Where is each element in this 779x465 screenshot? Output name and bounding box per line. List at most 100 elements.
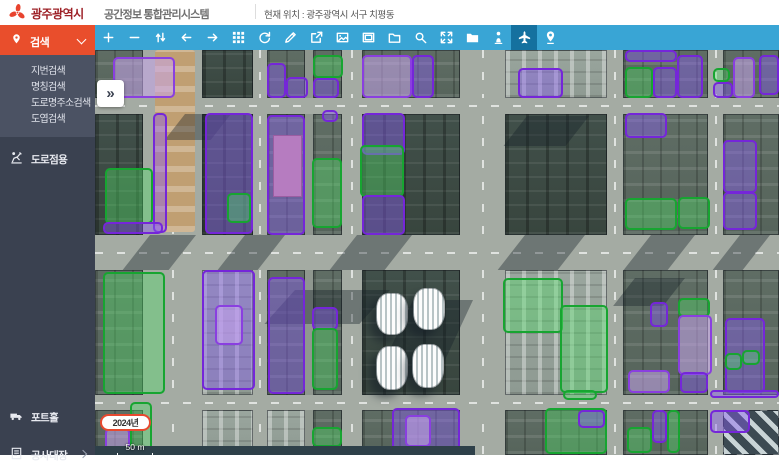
prev-view-icon [179,30,194,45]
area-select-button[interactable] [381,25,407,50]
export-button[interactable] [303,25,329,50]
map-parcel-green[interactable] [625,198,677,230]
map-parcel-purple[interactable] [723,140,757,193]
sidebar-search-header[interactable]: 검색 [0,25,95,55]
map-parcel-green[interactable] [227,193,251,223]
zoom-in-button[interactable] [95,25,121,50]
map-parcel-green[interactable] [503,278,563,333]
zoom-out-icon [127,30,142,45]
map-parcel-green[interactable] [560,305,608,393]
map-parcel-purple[interactable] [723,192,757,230]
map-parcel-green[interactable] [725,353,742,370]
map-parcel-green[interactable] [360,145,404,197]
map-parcel-purple[interactable] [362,195,405,235]
chevron-down-icon [77,35,87,45]
map-parcel-green[interactable] [627,427,652,453]
map-scale-label: 50 m [117,442,153,452]
sidebar-submenu-item[interactable]: 도로명주소검색 [0,96,95,112]
map-parcel-purple[interactable] [286,77,308,98]
fullscreen-icon [439,30,454,45]
fullscreen-button[interactable] [433,25,459,50]
sidebar-item-road-occupation[interactable]: 도로점용 [0,147,95,169]
map-parcel-purple[interactable] [713,82,733,98]
map-parcel-green[interactable] [312,158,342,228]
sidebar-submenu-item[interactable]: 도엽검색 [0,112,95,128]
map-parcel-green[interactable] [713,68,730,82]
map-parcel-purple[interactable] [267,115,305,235]
image-capture-icon [335,30,350,45]
location-pin-icon [10,33,23,46]
header-divider [255,4,256,19]
map-parcel-purple[interactable] [103,222,163,234]
apartment-tower [412,344,444,388]
map-parcel-green[interactable] [103,272,165,394]
image-capture-button[interactable] [329,25,355,50]
map-parcel-purple[interactable] [680,372,708,393]
map-parcel-purple[interactable] [405,415,431,447]
map-parcel-purple[interactable] [625,113,667,138]
map-parcel-purple[interactable] [578,410,605,428]
map-parcel-purple[interactable] [153,113,167,233]
map-parcel-purple[interactable] [268,277,305,394]
sidebar-item-label: 도로점용 [31,152,67,167]
map-toolbar [95,25,779,50]
map-parcel-purple[interactable] [678,315,712,375]
map-parcel-purple[interactable] [412,55,434,98]
apartment-tower [376,346,408,390]
map-parcel-green[interactable] [312,328,338,390]
map-parcel-green[interactable] [625,67,653,98]
search-button[interactable] [407,25,433,50]
map-parcel-green[interactable] [678,197,710,229]
measure-icon [283,30,298,45]
map-parcel-purple[interactable] [759,55,779,95]
aerial-view-icon [517,30,532,45]
map-parcel-purple[interactable] [652,410,667,443]
grid-button[interactable] [225,25,251,50]
aerial-view-button[interactable] [511,25,537,50]
map-parcel-purple[interactable] [267,63,286,98]
map-parcel-green[interactable] [313,55,343,78]
sidebar-item-construction-ledger[interactable]: 공사대장 [0,443,95,465]
map-parcel-purple[interactable] [518,68,563,98]
street-view-button[interactable] [485,25,511,50]
road-occupation-icon [9,150,24,165]
map-parcel-purple[interactable] [625,50,677,62]
print-map-button[interactable] [355,25,381,50]
sidebar-submenu-item[interactable]: 지번검색 [0,64,95,80]
refresh-button[interactable] [251,25,277,50]
map-parcel-purple[interactable] [653,67,677,98]
zoom-out-button[interactable] [121,25,147,50]
sidebar-item-pothole[interactable]: 포트홀 [0,405,95,427]
zoom-in-icon [101,30,116,45]
sidebar-submenu-item[interactable]: 명칭검색 [0,80,95,96]
map-parcel-purple[interactable] [362,55,412,98]
layers-folder-button[interactable] [459,25,485,50]
measure-button[interactable] [277,25,303,50]
sidebar: 검색 지번검색명칭검색도로명주소검색도엽검색 도로점용 포트홀 공사대장 [0,25,95,455]
map-canvas[interactable]: » 2024년 50 m [95,50,779,455]
map-parcel-purple[interactable] [312,307,338,330]
map-parcel-green[interactable] [105,168,153,224]
map-parcel-green[interactable] [312,427,342,447]
map-parcel-green[interactable] [742,350,760,365]
map-parcel-green[interactable] [563,390,597,400]
pan-vertical-button[interactable] [147,25,173,50]
next-view-button[interactable] [199,25,225,50]
current-location-button[interactable] [537,25,563,50]
map-parcel-purple[interactable] [677,55,703,98]
map-parcel-purple[interactable] [215,305,243,345]
map-parcel-purple[interactable] [710,410,750,433]
map-parcel-purple[interactable] [710,390,779,398]
map-parcel-purple[interactable] [650,302,668,327]
current-location-icon [543,30,558,45]
sidebar-expand-button[interactable]: » [97,80,124,107]
next-view-icon [205,30,220,45]
map-parcel-purple[interactable] [322,110,338,122]
prev-view-button[interactable] [173,25,199,50]
map-parcel-green[interactable] [667,410,680,453]
map-parcel-purple[interactable] [313,78,339,98]
imagery-year-badge[interactable]: 2024년 [100,414,151,431]
map-parcel-purple[interactable] [733,57,755,98]
current-location-text: 현재 위치 : 광주광역시 서구 치평동 [264,7,394,21]
map-parcel-purple[interactable] [628,370,670,393]
